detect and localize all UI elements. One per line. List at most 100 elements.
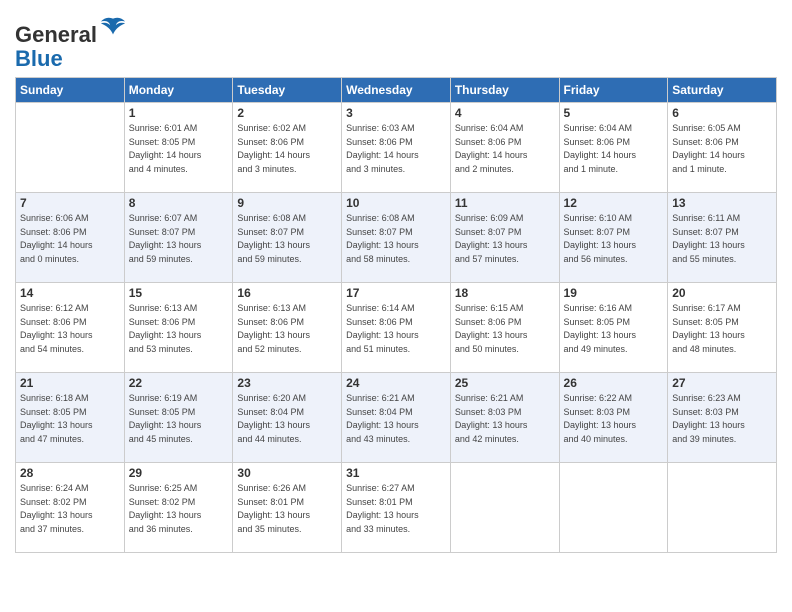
day-info: Sunrise: 6:05 AM Sunset: 8:06 PM Dayligh… (672, 122, 772, 176)
day-info: Sunrise: 6:14 AM Sunset: 8:06 PM Dayligh… (346, 302, 446, 356)
calendar-cell: 28Sunrise: 6:24 AM Sunset: 8:02 PM Dayli… (16, 463, 125, 553)
day-info: Sunrise: 6:16 AM Sunset: 8:05 PM Dayligh… (564, 302, 664, 356)
day-number: 16 (237, 286, 337, 300)
day-number: 2 (237, 106, 337, 120)
day-number: 27 (672, 376, 772, 390)
calendar-cell: 6Sunrise: 6:05 AM Sunset: 8:06 PM Daylig… (668, 103, 777, 193)
day-number: 23 (237, 376, 337, 390)
day-number: 30 (237, 466, 337, 480)
calendar-cell: 11 Sunrise: 6:09 AM Sunset: 8:07 PM Dayli… (450, 193, 559, 283)
day-info: Sunrise: 6:13 AM Sunset: 8:06 PM Dayligh… (237, 302, 337, 356)
day-number: 9 (237, 196, 337, 210)
logo-bird-icon (99, 14, 127, 42)
day-number: 8 (129, 196, 229, 210)
day-number: 20 (672, 286, 772, 300)
calendar-cell: 21 Sunrise: 6:18 AM Sunset: 8:05 PM Dayli… (16, 373, 125, 463)
day-number: 11 (455, 196, 555, 210)
day-info: Sunrise: 6:10 AM Sunset: 8:07 PM Dayligh… (564, 212, 664, 266)
calendar-week-row: 14 Sunrise: 6:12 AM Sunset: 8:06 PM Dayli… (16, 283, 777, 373)
day-info: Sunrise: 6:11 AM Sunset: 8:07 PM Dayligh… (672, 212, 772, 266)
calendar-cell: 8 Sunrise: 6:07 AM Sunset: 8:07 PM Daylig… (124, 193, 233, 283)
calendar-week-row: 21 Sunrise: 6:18 AM Sunset: 8:05 PM Dayli… (16, 373, 777, 463)
day-number: 15 (129, 286, 229, 300)
calendar-cell: 19 Sunrise: 6:16 AM Sunset: 8:05 PM Dayli… (559, 283, 668, 373)
calendar-cell: 2 Sunrise: 6:02 AM Sunset: 8:06 PM Daylig… (233, 103, 342, 193)
calendar-cell: 16 Sunrise: 6:13 AM Sunset: 8:06 PM Dayli… (233, 283, 342, 373)
day-number: 7 (20, 196, 120, 210)
day-number: 31 (346, 466, 446, 480)
day-number: 14 (20, 286, 120, 300)
calendar-cell: 30Sunrise: 6:26 AM Sunset: 8:01 PM Dayli… (233, 463, 342, 553)
day-header-friday: Friday (559, 78, 668, 103)
day-info: Sunrise: 6:03 AM Sunset: 8:06 PM Dayligh… (346, 122, 446, 176)
day-info: Sunrise: 6:24 AM Sunset: 8:02 PM Dayligh… (20, 482, 120, 536)
calendar-cell: 12 Sunrise: 6:10 AM Sunset: 8:07 PM Dayli… (559, 193, 668, 283)
day-info: Sunrise: 6:01 AM Sunset: 8:05 PM Dayligh… (129, 122, 229, 176)
day-info: Sunrise: 6:12 AM Sunset: 8:06 PM Dayligh… (20, 302, 120, 356)
day-number: 17 (346, 286, 446, 300)
calendar-week-row: 7 Sunrise: 6:06 AM Sunset: 8:06 PM Daylig… (16, 193, 777, 283)
day-info: Sunrise: 6:15 AM Sunset: 8:06 PM Dayligh… (455, 302, 555, 356)
day-info: Sunrise: 6:21 AM Sunset: 8:03 PM Dayligh… (455, 392, 555, 446)
day-number: 12 (564, 196, 664, 210)
calendar-cell: 5Sunrise: 6:04 AM Sunset: 8:06 PM Daylig… (559, 103, 668, 193)
calendar-cell: 10Sunrise: 6:08 AM Sunset: 8:07 PM Dayli… (342, 193, 451, 283)
day-number: 26 (564, 376, 664, 390)
calendar-cell: 31 Sunrise: 6:27 AM Sunset: 8:01 PM Dayli… (342, 463, 451, 553)
day-number: 10 (346, 196, 446, 210)
day-number: 5 (564, 106, 664, 120)
day-number: 21 (20, 376, 120, 390)
day-info: Sunrise: 6:06 AM Sunset: 8:06 PM Dayligh… (20, 212, 120, 266)
day-header-tuesday: Tuesday (233, 78, 342, 103)
day-number: 29 (129, 466, 229, 480)
day-number: 1 (129, 106, 229, 120)
calendar-cell (559, 463, 668, 553)
calendar-cell: 25 Sunrise: 6:21 AM Sunset: 8:03 PM Dayli… (450, 373, 559, 463)
day-info: Sunrise: 6:23 AM Sunset: 8:03 PM Dayligh… (672, 392, 772, 446)
calendar-cell: 20 Sunrise: 6:17 AM Sunset: 8:05 PM Dayli… (668, 283, 777, 373)
day-header-wednesday: Wednesday (342, 78, 451, 103)
day-header-thursday: Thursday (450, 78, 559, 103)
day-info: Sunrise: 6:22 AM Sunset: 8:03 PM Dayligh… (564, 392, 664, 446)
day-info: Sunrise: 6:27 AM Sunset: 8:01 PM Dayligh… (346, 482, 446, 536)
calendar-header-row: SundayMondayTuesdayWednesdayThursdayFrid… (16, 78, 777, 103)
day-number: 25 (455, 376, 555, 390)
calendar-cell: 23 Sunrise: 6:20 AM Sunset: 8:04 PM Dayli… (233, 373, 342, 463)
day-info: Sunrise: 6:13 AM Sunset: 8:06 PM Dayligh… (129, 302, 229, 356)
day-header-monday: Monday (124, 78, 233, 103)
calendar-cell: 13 Sunrise: 6:11 AM Sunset: 8:07 PM Dayli… (668, 193, 777, 283)
logo-blue: Blue (15, 46, 63, 71)
calendar-cell: 26 Sunrise: 6:22 AM Sunset: 8:03 PM Dayli… (559, 373, 668, 463)
calendar-week-row: 28Sunrise: 6:24 AM Sunset: 8:02 PM Dayli… (16, 463, 777, 553)
day-info: Sunrise: 6:17 AM Sunset: 8:05 PM Dayligh… (672, 302, 772, 356)
calendar-cell: 24 Sunrise: 6:21 AM Sunset: 8:04 PM Dayli… (342, 373, 451, 463)
calendar-cell: 22Sunrise: 6:19 AM Sunset: 8:05 PM Dayli… (124, 373, 233, 463)
day-number: 19 (564, 286, 664, 300)
calendar-cell: 17 Sunrise: 6:14 AM Sunset: 8:06 PM Dayli… (342, 283, 451, 373)
calendar-cell: 29 Sunrise: 6:25 AM Sunset: 8:02 PM Dayli… (124, 463, 233, 553)
calendar-cell: 3 Sunrise: 6:03 AM Sunset: 8:06 PM Daylig… (342, 103, 451, 193)
day-header-sunday: Sunday (16, 78, 125, 103)
day-info: Sunrise: 6:25 AM Sunset: 8:02 PM Dayligh… (129, 482, 229, 536)
day-info: Sunrise: 6:18 AM Sunset: 8:05 PM Dayligh… (20, 392, 120, 446)
day-info: Sunrise: 6:02 AM Sunset: 8:06 PM Dayligh… (237, 122, 337, 176)
day-info: Sunrise: 6:04 AM Sunset: 8:06 PM Dayligh… (455, 122, 555, 176)
calendar-cell: 18 Sunrise: 6:15 AM Sunset: 8:06 PM Dayli… (450, 283, 559, 373)
day-info: Sunrise: 6:19 AM Sunset: 8:05 PM Dayligh… (129, 392, 229, 446)
day-header-saturday: Saturday (668, 78, 777, 103)
calendar-table: SundayMondayTuesdayWednesdayThursdayFrid… (15, 77, 777, 553)
day-number: 13 (672, 196, 772, 210)
day-info: Sunrise: 6:20 AM Sunset: 8:04 PM Dayligh… (237, 392, 337, 446)
calendar-cell (450, 463, 559, 553)
calendar-cell: 9Sunrise: 6:08 AM Sunset: 8:07 PM Daylig… (233, 193, 342, 283)
day-info: Sunrise: 6:07 AM Sunset: 8:07 PM Dayligh… (129, 212, 229, 266)
calendar-cell: 7 Sunrise: 6:06 AM Sunset: 8:06 PM Daylig… (16, 193, 125, 283)
calendar-cell: 27 Sunrise: 6:23 AM Sunset: 8:03 PM Dayli… (668, 373, 777, 463)
day-info: Sunrise: 6:21 AM Sunset: 8:04 PM Dayligh… (346, 392, 446, 446)
day-number: 18 (455, 286, 555, 300)
day-number: 24 (346, 376, 446, 390)
day-number: 3 (346, 106, 446, 120)
calendar-cell (16, 103, 125, 193)
calendar-cell (668, 463, 777, 553)
day-info: Sunrise: 6:09 AM Sunset: 8:07 PM Dayligh… (455, 212, 555, 266)
